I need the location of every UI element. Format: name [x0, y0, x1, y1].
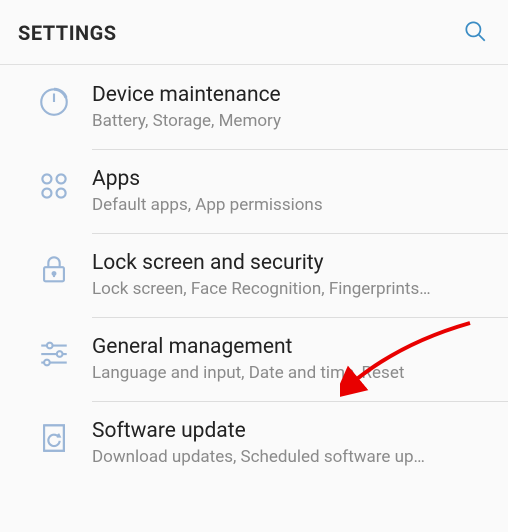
settings-item-lock-screen[interactable]: Lock screen and security Lock screen, Fa… [0, 233, 508, 317]
apps-icon [16, 167, 92, 203]
settings-item-text: Lock screen and security Lock screen, Fa… [92, 251, 492, 299]
settings-item-subtitle: Language and input, Date and time, Reset [92, 363, 492, 383]
page-title: SETTINGS [18, 21, 117, 45]
settings-item-text: Software update Download updates, Schedu… [92, 419, 492, 467]
settings-item-text: Apps Default apps, App permissions [92, 167, 492, 215]
settings-item-software-update[interactable]: Software update Download updates, Schedu… [0, 401, 508, 485]
settings-item-apps[interactable]: Apps Default apps, App permissions [0, 149, 508, 233]
settings-item-subtitle: Download updates, Scheduled software up… [92, 447, 492, 467]
settings-item-subtitle: Battery, Storage, Memory [92, 111, 492, 131]
device-maintenance-icon [16, 83, 92, 119]
lock-icon [16, 251, 92, 287]
settings-item-title: Software update [92, 419, 492, 443]
settings-item-subtitle: Lock screen, Face Recognition, Fingerpri… [92, 279, 492, 299]
settings-item-text: Device maintenance Battery, Storage, Mem… [92, 83, 492, 131]
software-update-icon [16, 419, 92, 455]
settings-item-general-management[interactable]: General management Language and input, D… [0, 317, 508, 401]
settings-item-title: General management [92, 335, 492, 359]
search-icon[interactable] [462, 18, 488, 48]
settings-item-title: Lock screen and security [92, 251, 492, 275]
sliders-icon [16, 335, 92, 371]
settings-item-subtitle: Default apps, App permissions [92, 195, 492, 215]
settings-item-text: General management Language and input, D… [92, 335, 492, 383]
header: SETTINGS [0, 0, 508, 65]
settings-item-title: Apps [92, 167, 492, 191]
settings-list: Device maintenance Battery, Storage, Mem… [0, 65, 508, 485]
settings-item-device-maintenance[interactable]: Device maintenance Battery, Storage, Mem… [0, 65, 508, 149]
settings-item-title: Device maintenance [92, 83, 492, 107]
